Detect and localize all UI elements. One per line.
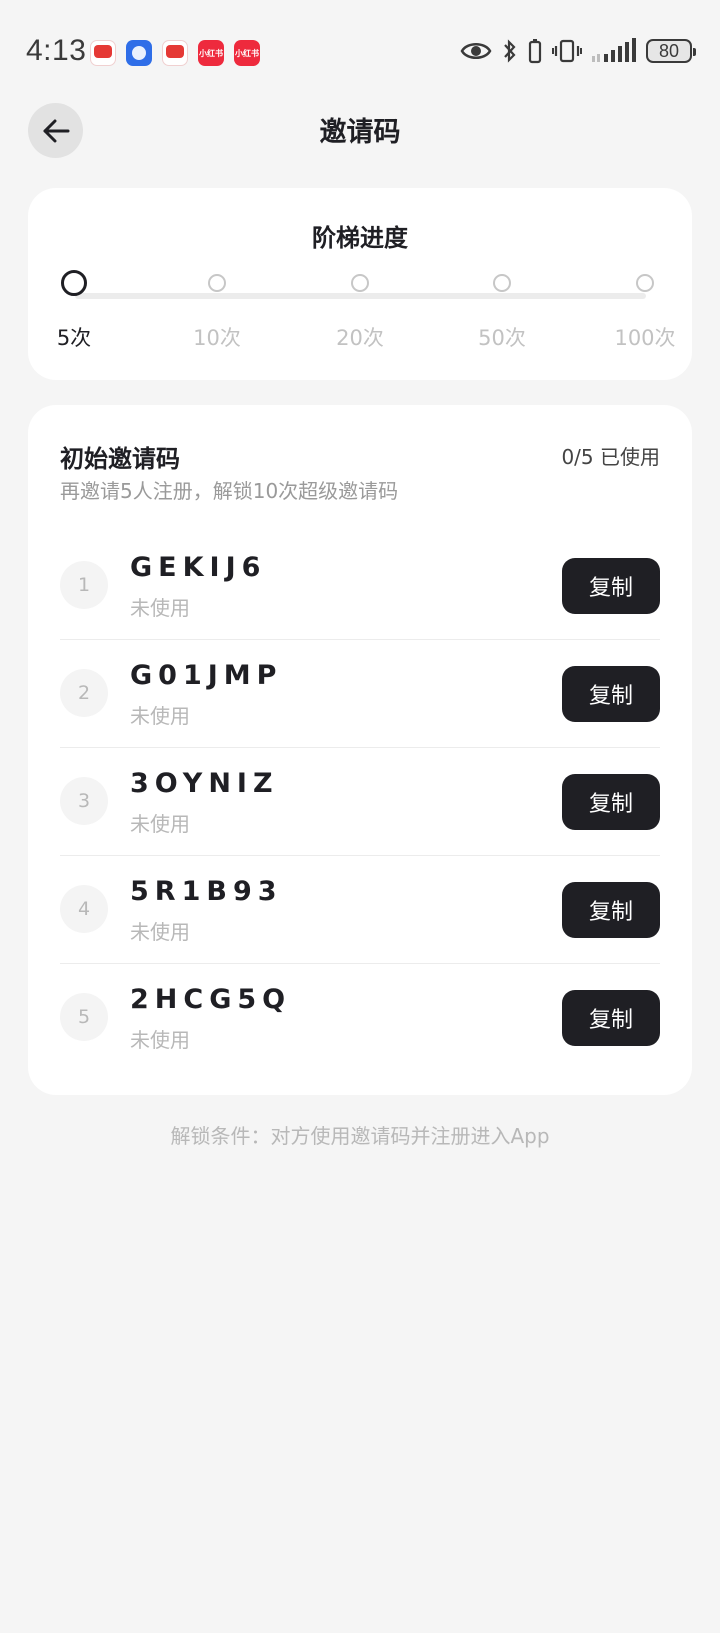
milestone-dot-active	[61, 270, 87, 296]
copy-button[interactable]: 复制	[562, 774, 660, 830]
code-index: 5	[60, 993, 108, 1041]
unlock-condition-note: 解锁条件：对方使用邀请码并注册进入App	[170, 1124, 550, 1148]
progress-title: 阶梯进度	[312, 224, 408, 252]
progress-track	[75, 293, 646, 299]
code-index: 2	[60, 669, 108, 717]
code-index: 4	[60, 885, 108, 933]
xiaohongshu-icon: 小红书	[234, 40, 260, 66]
codes-title: 初始邀请码	[60, 445, 180, 473]
vibrate-icon	[552, 39, 582, 63]
page-title: 邀请码	[319, 117, 401, 148]
red-app-icon	[162, 40, 188, 66]
code-value: 2HCG5Q	[130, 984, 292, 1015]
milestone-label: 10次	[193, 326, 241, 350]
status-bar: 4:13 小红书 小红书 80	[0, 0, 720, 100]
xiaohongshu-icon: 小红书	[198, 40, 224, 66]
milestone-label: 50次	[478, 326, 526, 350]
signal-icon	[592, 38, 636, 62]
milestone-label: 5次	[56, 326, 92, 350]
xiaohongshu-icon-label: 小红书	[235, 48, 259, 58]
copy-button[interactable]: 复制	[562, 666, 660, 722]
code-status: 未使用	[130, 920, 190, 944]
copy-button[interactable]: 复制	[562, 882, 660, 938]
milestone-dot	[208, 274, 226, 292]
code-value: G01JMP	[130, 660, 283, 691]
codes-usage: 0/5 已使用	[561, 445, 660, 469]
code-row: 5 2HCG5Q 未使用 复制	[60, 964, 660, 1072]
code-status: 未使用	[130, 704, 190, 728]
milestone-label: 100次	[614, 326, 676, 350]
code-row: 3 3OYNIZ 未使用 复制	[60, 748, 660, 856]
invite-codes-card: 初始邀请码 0/5 已使用 再邀请5人注册，解锁10次超级邀请码 1 GEKIJ…	[28, 405, 692, 1095]
code-status: 未使用	[130, 812, 190, 836]
milestone-dot	[351, 274, 369, 292]
milestone-dot	[493, 274, 511, 292]
notification-icons: 小红书 小红书	[90, 40, 260, 66]
code-row: 1 GEKIJ6 未使用 复制	[60, 532, 660, 640]
red-app-icon	[90, 40, 116, 66]
milestone-dot	[636, 274, 654, 292]
battery-icon: 80	[646, 39, 696, 63]
blue-app-icon	[126, 40, 152, 66]
code-value: 5R1B93	[130, 876, 283, 907]
eye-icon	[460, 43, 492, 59]
code-status: 未使用	[130, 596, 190, 620]
code-index: 3	[60, 777, 108, 825]
bluetooth-icon	[504, 39, 516, 63]
codes-subtitle: 再邀请5人注册，解锁10次超级邀请码	[60, 479, 399, 503]
copy-button[interactable]: 复制	[562, 990, 660, 1046]
battery-level: 80	[658, 40, 680, 61]
code-status: 未使用	[130, 1028, 190, 1052]
milestone-label: 20次	[336, 326, 384, 350]
status-time: 4:13	[26, 34, 87, 67]
code-row: 4 5R1B93 未使用 复制	[60, 856, 660, 964]
copy-button[interactable]: 复制	[562, 558, 660, 614]
code-index: 1	[60, 561, 108, 609]
code-row: 2 G01JMP 未使用 复制	[60, 640, 660, 748]
system-icons: 80	[460, 38, 696, 64]
code-value: 3OYNIZ	[130, 768, 279, 799]
xiaohongshu-icon-label: 小红书	[199, 48, 223, 58]
code-value: GEKIJ6	[130, 552, 267, 583]
battery-saver-icon	[528, 39, 542, 64]
